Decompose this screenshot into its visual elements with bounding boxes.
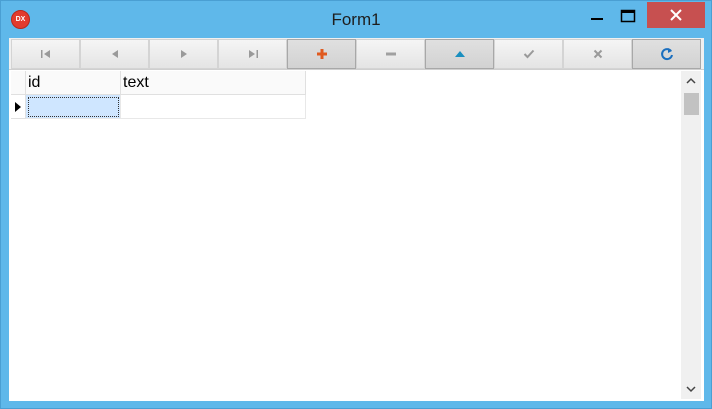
title-bar[interactable]: DX Form1 <box>1 1 711 39</box>
maximize-icon <box>620 9 636 23</box>
minimize-icon <box>591 18 603 20</box>
first-record-icon <box>40 50 50 58</box>
column-header-id[interactable]: id <box>26 71 121 95</box>
delete-record-button[interactable] <box>356 39 425 69</box>
data-navigator <box>9 38 704 70</box>
close-icon <box>670 9 682 21</box>
edit-icon <box>454 51 465 57</box>
next-record-button[interactable] <box>149 39 218 69</box>
post-edit-button[interactable] <box>494 39 563 69</box>
grid-header-indicator <box>11 71 26 95</box>
form-client-area: id text <box>9 38 704 401</box>
cancel-icon <box>593 49 602 59</box>
first-record-button[interactable] <box>11 39 80 69</box>
current-row-arrow-icon <box>15 101 21 112</box>
insert-record-button[interactable] <box>287 39 356 69</box>
cell-id[interactable] <box>26 95 121 119</box>
cancel-edit-button[interactable] <box>563 39 632 69</box>
last-record-button[interactable] <box>218 39 287 69</box>
scroll-up-button[interactable] <box>681 71 701 91</box>
vertical-scrollbar[interactable] <box>681 71 701 399</box>
delete-icon <box>385 52 396 56</box>
app-window: DX Form1 id text <box>0 0 712 409</box>
refresh-button[interactable] <box>632 39 701 69</box>
row-indicator[interactable] <box>11 95 26 119</box>
chevron-down-icon <box>686 386 696 393</box>
chevron-up-icon <box>686 77 696 84</box>
maximize-button[interactable] <box>613 2 643 30</box>
scrollbar-thumb[interactable] <box>684 93 699 115</box>
prior-record-button[interactable] <box>80 39 149 69</box>
column-header-text[interactable]: text <box>121 71 306 95</box>
data-grid: id text <box>11 71 704 399</box>
insert-icon <box>316 49 327 59</box>
scroll-down-button[interactable] <box>681 379 701 399</box>
refresh-icon <box>660 48 673 61</box>
prior-record-icon <box>111 50 118 58</box>
last-record-icon <box>248 50 258 58</box>
close-button[interactable] <box>647 2 705 28</box>
minimize-button[interactable] <box>583 2 611 30</box>
post-check-icon <box>523 49 534 59</box>
edit-record-button[interactable] <box>425 39 494 69</box>
cell-text[interactable] <box>121 95 306 119</box>
next-record-icon <box>180 50 187 58</box>
